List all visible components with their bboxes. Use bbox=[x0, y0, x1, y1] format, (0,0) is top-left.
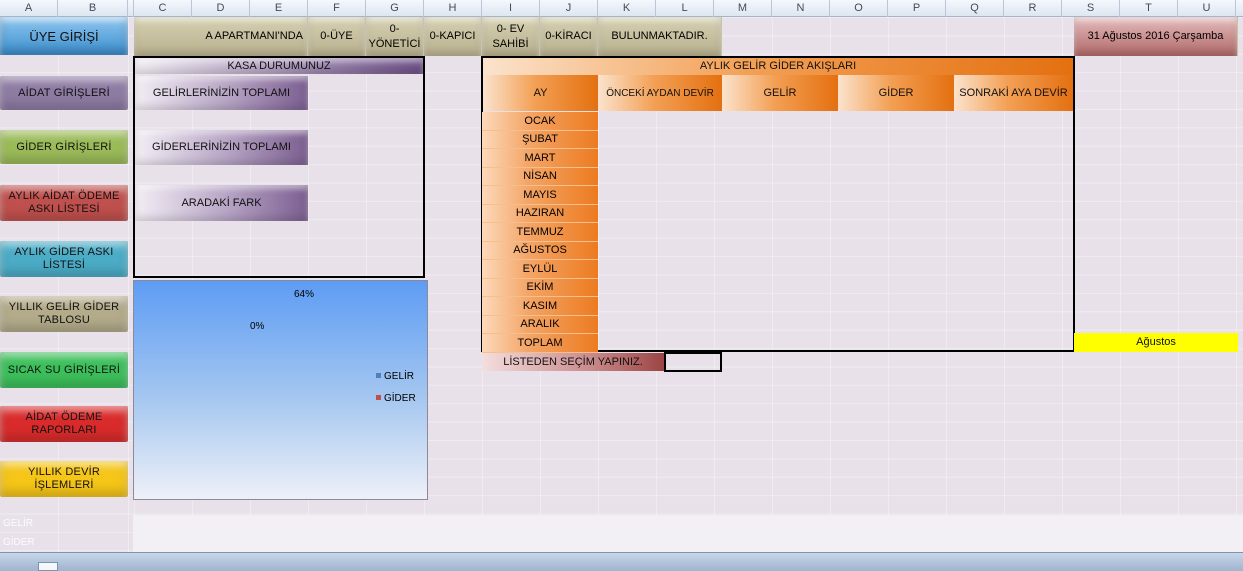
chart-data-label: 64% bbox=[294, 289, 314, 300]
sidebar-item-label: YILLIK DEVİR İŞLEMLERİ bbox=[27, 466, 101, 491]
month-row-0: OCAK bbox=[482, 112, 598, 131]
selected-month-cell[interactable]: Ağustos bbox=[1074, 333, 1238, 352]
grid-line bbox=[1178, 17, 1179, 552]
column-header-bar: ABCDEFGHIJKLMNOPQRSTU bbox=[0, 0, 1243, 17]
grid-line bbox=[1120, 17, 1121, 552]
apartment-name: A APARTMANI'NDA bbox=[134, 17, 308, 56]
month-row-11: ARALIK bbox=[482, 315, 598, 334]
month-row-9: EKİM bbox=[482, 278, 598, 297]
column-header-c[interactable]: C bbox=[134, 0, 192, 17]
column-header-d[interactable]: D bbox=[192, 0, 250, 17]
column-header-t[interactable]: T bbox=[1120, 0, 1178, 17]
expense-total-label: GİDERLERİNİZİN TOPLAMI bbox=[135, 130, 308, 165]
owner-count: 0- EV SAHİBİ bbox=[482, 17, 540, 56]
tenant-count: 0-KİRACI bbox=[540, 17, 598, 56]
legend-entry: GELİR bbox=[384, 369, 414, 382]
column-header-r[interactable]: R bbox=[1004, 0, 1062, 17]
column-header-o[interactable]: O bbox=[830, 0, 888, 17]
column-header-j[interactable]: J bbox=[540, 0, 598, 17]
sidebar-item-label: AYLIK GİDER ASKI LİSTESİ bbox=[14, 246, 114, 271]
sidebar-item-dues-reports[interactable]: AİDAT ÖDEME RAPORLARI bbox=[0, 406, 128, 442]
column-header-h[interactable]: H bbox=[424, 0, 482, 17]
horizontal-scrollbar[interactable] bbox=[0, 552, 1243, 571]
footer-expense-label: GİDER bbox=[3, 537, 35, 548]
month-row-3: NİSAN bbox=[482, 167, 598, 186]
list-selection-dropdown[interactable] bbox=[664, 352, 722, 372]
doorman-count: 0-KAPICI bbox=[424, 17, 482, 56]
column-header-i[interactable]: I bbox=[482, 0, 540, 17]
sidebar-item-label: AİDAT GİRİŞLERİ bbox=[18, 86, 110, 99]
column-header-m[interactable]: M bbox=[714, 0, 772, 17]
month-row-1: ŞUBAT bbox=[482, 130, 598, 149]
column-header-n[interactable]: N bbox=[772, 0, 830, 17]
column-header-u[interactable]: U bbox=[1178, 0, 1236, 17]
manager-count: 0-YÖNETİCİ bbox=[366, 17, 424, 56]
col-header-income: GELİR bbox=[722, 75, 838, 111]
legend-swatch bbox=[376, 395, 381, 400]
sidebar-item-hot-water-entries[interactable]: SICAK SU GİRİŞLERİ bbox=[0, 352, 128, 388]
monthly-flows-title: AYLIK GELİR GİDER AKIŞLARI bbox=[483, 58, 1073, 75]
month-row-4: MAYIS bbox=[482, 186, 598, 205]
month-row-5: HAZIRAN bbox=[482, 204, 598, 223]
column-header-g[interactable]: G bbox=[366, 0, 424, 17]
month-row-8: EYLÜL bbox=[482, 260, 598, 279]
column-header-f[interactable]: F bbox=[308, 0, 366, 17]
sidebar-item-yearly-table[interactable]: YILLIK GELİR GİDER TABLOSU bbox=[0, 296, 128, 332]
chart-svg: 64% 0% GELİR GİDER bbox=[250, 289, 416, 404]
month-row-7: AĞUSTOS bbox=[482, 241, 598, 260]
income-total-label: GELİRLERİNİZİN TOPLAMI bbox=[135, 76, 308, 110]
member-login-button[interactable]: ÜYE GİRİŞİ bbox=[0, 17, 128, 55]
list-selection-prompt: LİSTEDEN SEÇİM YAPINIZ. bbox=[482, 353, 664, 371]
month-row-12: TOPLAM bbox=[482, 334, 598, 353]
col-header-carry-in: ÖNCEKİ AYDAN DEVİR bbox=[598, 75, 722, 111]
col-header-month: AY bbox=[483, 75, 598, 111]
difference-label: ARADAKİ FARK bbox=[135, 185, 308, 221]
column-header-e[interactable]: E bbox=[250, 0, 308, 17]
col-header-expense: GİDER bbox=[838, 75, 954, 111]
column-header-l[interactable]: L bbox=[656, 0, 714, 17]
sidebar-item-dues-entries[interactable]: AİDAT GİRİŞLERİ bbox=[0, 76, 128, 110]
month-row-6: TEMMUZ bbox=[482, 223, 598, 242]
col-header-carry-out: SONRAKİ AYA DEVİR bbox=[954, 75, 1073, 111]
footer-income-label: GELİR bbox=[3, 518, 34, 529]
sidebar-item-label: SICAK SU GİRİŞLERİ bbox=[7, 363, 121, 376]
sidebar-item-label: AYLIK AİDAT ÖDEME ASKI LİSTESİ bbox=[8, 190, 120, 215]
column-header-a[interactable]: A bbox=[0, 0, 58, 17]
grid-line bbox=[1236, 17, 1237, 552]
member-count: 0-ÜYE bbox=[308, 17, 366, 56]
cash-status-title: KASA DURUMUNUZ bbox=[135, 58, 423, 74]
sidebar-item-monthly-dues-list[interactable]: AYLIK AİDAT ÖDEME ASKI LİSTESİ bbox=[0, 185, 128, 221]
month-row-2: MART bbox=[482, 149, 598, 168]
income-expense-chart[interactable]: 64% 0% GELİR GİDER bbox=[133, 280, 428, 500]
chart-data-label: 0% bbox=[250, 321, 265, 332]
legend-entry: GİDER bbox=[384, 391, 416, 404]
grid-line bbox=[128, 17, 129, 552]
sidebar-item-label: YILLIK GELİR GİDER TABLOSU bbox=[8, 301, 120, 326]
column-header-s[interactable]: S bbox=[1062, 0, 1120, 17]
legend-swatch bbox=[376, 373, 381, 378]
column-header-p[interactable]: P bbox=[888, 0, 946, 17]
sidebar-item-expense-entries[interactable]: GİDER GİRİŞLERİ bbox=[0, 130, 128, 164]
sidebar-item-monthly-expense-list[interactable]: AYLIK GİDER ASKI LİSTESİ bbox=[0, 241, 128, 277]
column-header-b[interactable]: B bbox=[58, 0, 128, 17]
current-date: 31 Ağustos 2016 Çarşamba bbox=[1074, 17, 1238, 56]
column-header-q[interactable]: Q bbox=[946, 0, 1004, 17]
sidebar-item-yearly-transfer[interactable]: YILLIK DEVİR İŞLEMLERİ bbox=[0, 461, 128, 497]
sheet-tab-nav-icon[interactable] bbox=[38, 562, 58, 571]
month-row-10: KASIM bbox=[482, 297, 598, 316]
header-suffix: BULUNMAKTADIR. bbox=[598, 17, 722, 56]
sidebar-item-label: AİDAT ÖDEME RAPORLARI bbox=[25, 411, 103, 436]
footer-panel bbox=[133, 515, 1243, 552]
column-header-k[interactable]: K bbox=[598, 0, 656, 17]
sidebar-item-label: GİDER GİRİŞLERİ bbox=[16, 140, 112, 153]
